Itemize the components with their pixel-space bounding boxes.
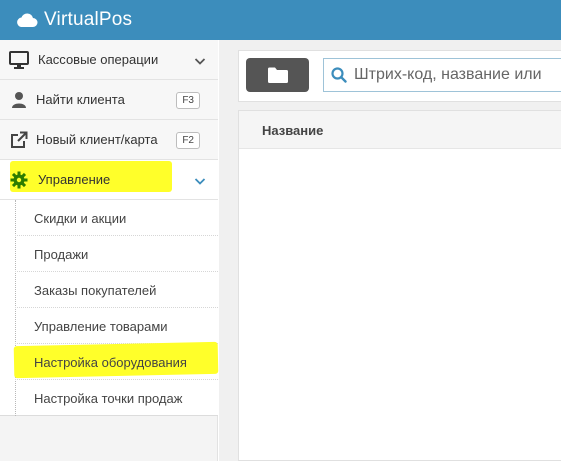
sidebar-item-find-client[interactable]: Найти клиента F3	[0, 80, 218, 120]
sidebar-item-management[interactable]: Управление	[0, 160, 218, 200]
search-box	[323, 58, 561, 92]
external-link-icon	[9, 131, 29, 149]
app-title: VirtualPos	[44, 9, 133, 30]
submenu-item-goods-management[interactable]: Управление товарами	[0, 308, 218, 344]
sidebar: Кассовые операции Найти клиента F3 Новый…	[0, 40, 219, 461]
sidebar-item-cash-operations[interactable]: Кассовые операции	[0, 40, 218, 80]
sidebar-item-new-client[interactable]: Новый клиент/карта F2	[0, 120, 218, 160]
submenu-item-label: Скидки и акции	[34, 210, 127, 226]
chevron-down-icon	[194, 54, 206, 66]
submenu-item-pos-settings[interactable]: Настройка точки продаж	[0, 380, 218, 416]
shortcut-badge: F2	[176, 132, 200, 149]
search-icon	[331, 67, 347, 83]
sidebar-item-label: Кассовые операции	[38, 52, 159, 67]
products-table: Название	[238, 110, 561, 461]
shortcut-badge: F3	[176, 92, 200, 109]
submenu-item-customer-orders[interactable]: Заказы покупателей	[0, 272, 218, 308]
submenu-item-label: Продажи	[34, 246, 89, 262]
table-header: Название	[239, 111, 561, 149]
submenu-item-equipment-settings[interactable]: Настройка оборудования	[0, 341, 219, 380]
management-submenu: Скидки и акции Продажи Заказы покупателе…	[0, 200, 219, 416]
cloud-icon	[16, 12, 38, 28]
submenu-item-label: Заказы покупателей	[34, 282, 157, 298]
folder-icon	[267, 66, 289, 84]
toolbar	[238, 50, 561, 102]
submenu-item-label: Настройка оборудования	[34, 354, 187, 370]
app-header: VirtualPos	[0, 0, 561, 40]
folder-button[interactable]	[246, 58, 309, 92]
main-content: Название	[219, 40, 561, 461]
chevron-down-icon	[194, 174, 206, 186]
sidebar-item-label: Найти клиента	[36, 92, 125, 107]
submenu-item-label: Управление товарами	[34, 318, 168, 334]
column-header-name[interactable]: Название	[262, 123, 323, 138]
search-input[interactable]	[354, 59, 561, 91]
submenu-item-sales[interactable]: Продажи	[0, 236, 218, 272]
sidebar-item-label: Управление	[38, 172, 111, 187]
submenu-item-discounts[interactable]: Скидки и акции	[0, 200, 218, 236]
gear-icon	[9, 171, 29, 189]
sidebar-item-label: Новый клиент/карта	[36, 132, 158, 147]
monitor-icon	[9, 51, 29, 69]
user-icon	[9, 91, 29, 109]
submenu-item-label: Настройка точки продаж	[34, 390, 183, 406]
